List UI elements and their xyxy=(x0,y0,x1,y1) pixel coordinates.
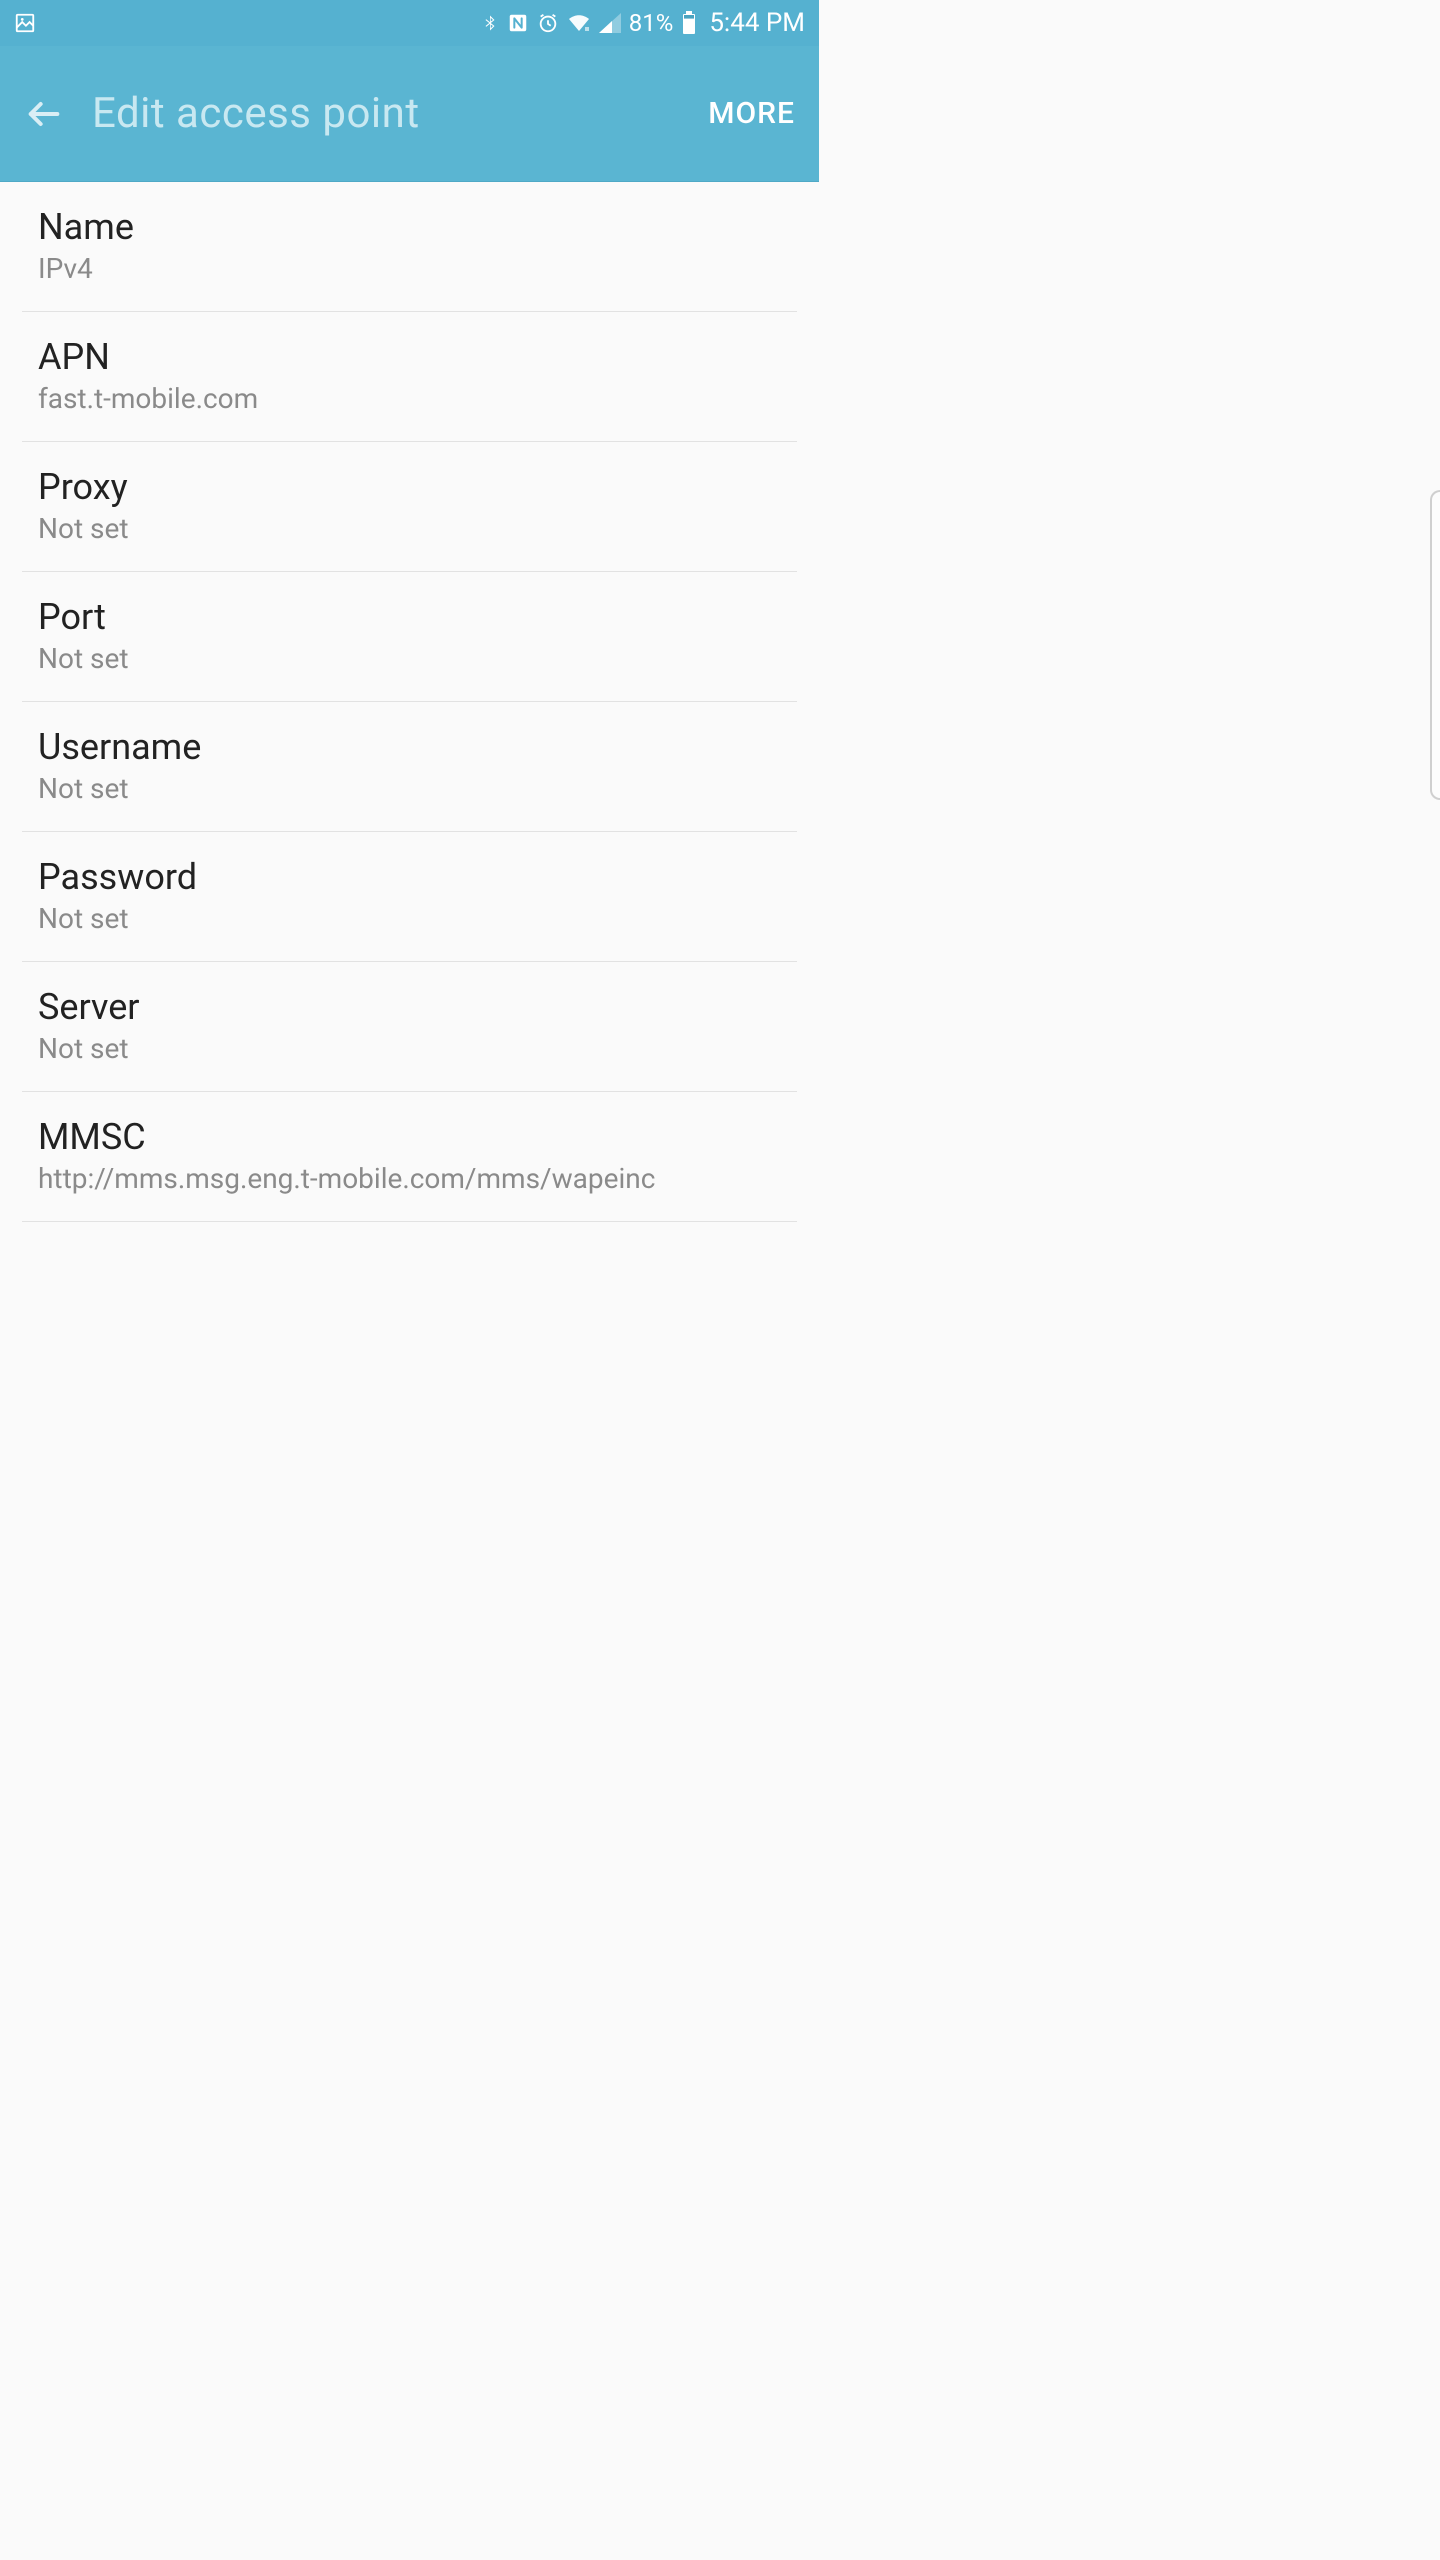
row-password[interactable]: Password Not set xyxy=(22,832,797,962)
scroll-handle[interactable] xyxy=(1430,490,1440,800)
bluetooth-icon xyxy=(481,12,499,34)
row-value: IPv4 xyxy=(38,252,781,285)
row-value: Not set xyxy=(38,1032,781,1065)
signal-icon xyxy=(599,13,621,33)
app-bar: Edit access point MORE xyxy=(0,46,819,182)
row-label: Proxy xyxy=(38,466,781,508)
row-proxy[interactable]: Proxy Not set xyxy=(22,442,797,572)
row-value: Not set xyxy=(38,902,781,935)
row-username[interactable]: Username Not set xyxy=(22,702,797,832)
row-name[interactable]: Name IPv4 xyxy=(22,182,797,312)
row-value: Not set xyxy=(38,772,781,805)
battery-percent: 81% xyxy=(629,9,674,37)
picture-icon xyxy=(14,12,36,34)
row-value: http://mms.msg.eng.t-mobile.com/mms/wape… xyxy=(38,1162,781,1195)
row-value: Not set xyxy=(38,642,781,675)
row-label: APN xyxy=(38,336,781,378)
row-label: MMSC xyxy=(38,1116,781,1158)
more-button[interactable]: MORE xyxy=(708,96,795,131)
page-title: Edit access point xyxy=(92,89,708,138)
row-value: Not set xyxy=(38,512,781,545)
row-label: Password xyxy=(38,856,781,898)
clock-time: 5:44 PM xyxy=(709,8,805,38)
settings-list: Name IPv4 APN fast.t-mobile.com Proxy No… xyxy=(0,182,819,1222)
alarm-icon xyxy=(537,12,559,34)
wifi-icon xyxy=(567,13,591,33)
row-mmsc[interactable]: MMSC http://mms.msg.eng.t-mobile.com/mms… xyxy=(22,1092,797,1222)
row-label: Username xyxy=(38,726,781,768)
row-label: Port xyxy=(38,596,781,638)
row-value: fast.t-mobile.com xyxy=(38,382,781,415)
row-server[interactable]: Server Not set xyxy=(22,962,797,1092)
nfc-icon xyxy=(507,12,529,34)
row-apn[interactable]: APN fast.t-mobile.com xyxy=(22,312,797,442)
row-port[interactable]: Port Not set xyxy=(22,572,797,702)
row-label: Server xyxy=(38,986,781,1028)
battery-icon xyxy=(681,11,697,35)
status-bar: 81% 5:44 PM xyxy=(0,0,819,46)
row-label: Name xyxy=(38,206,781,248)
back-button[interactable] xyxy=(24,94,64,134)
